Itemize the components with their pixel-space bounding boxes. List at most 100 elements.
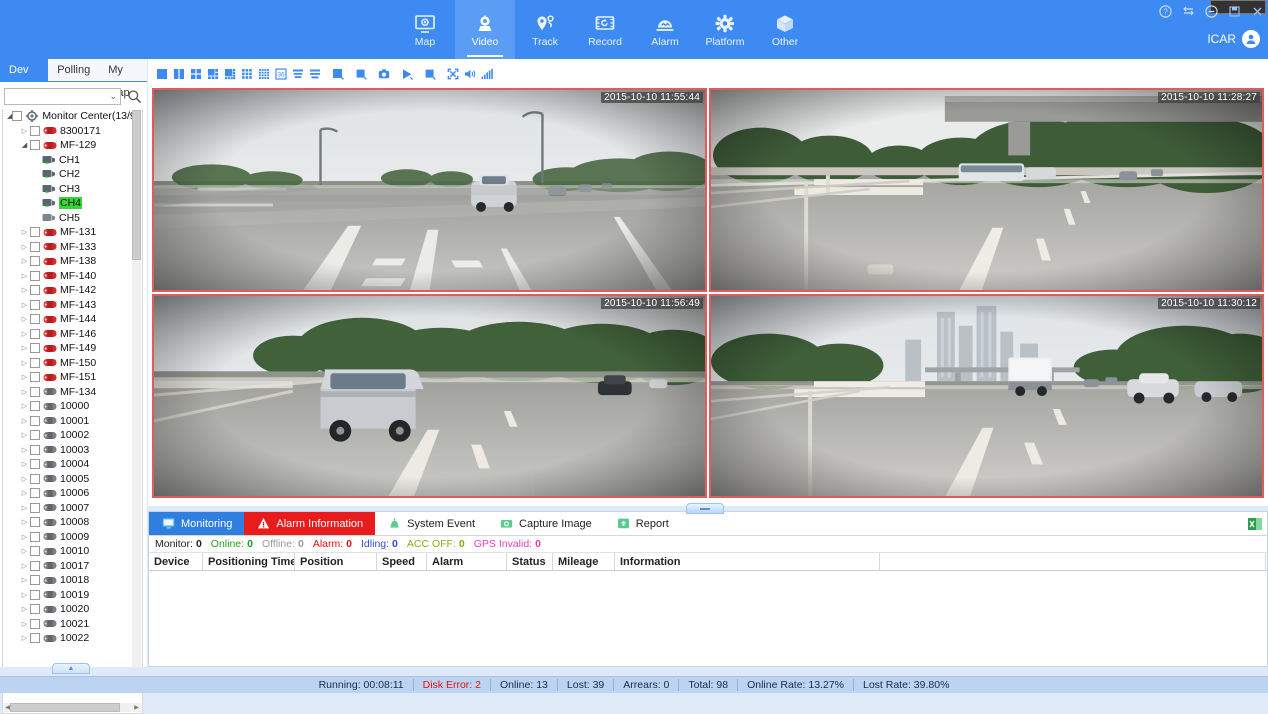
tree-checkbox[interactable]: [30, 314, 40, 324]
tree-vertical-scrollbar[interactable]: [132, 110, 141, 688]
tree-horizontal-scrollbar[interactable]: ◀ ▶: [4, 703, 141, 712]
bottom-tab-monitoring[interactable]: Monitoring: [149, 512, 244, 535]
tree-node[interactable]: ▷MF-144: [3, 312, 134, 327]
tree-checkbox[interactable]: [30, 532, 40, 542]
tree-node[interactable]: ◢MF-129: [3, 138, 134, 153]
sidebar-tab-my-map[interactable]: My Map: [99, 59, 147, 82]
bottom-tab-alarm-information[interactable]: Alarm Information: [244, 512, 375, 535]
chevron-right-icon[interactable]: ▷: [19, 605, 30, 613]
tree-node[interactable]: ▷MF-143: [3, 298, 134, 313]
play-icon[interactable]: [399, 65, 415, 83]
chevron-right-icon[interactable]: ▷: [19, 388, 30, 396]
tree-node[interactable]: ▷10021: [3, 617, 134, 632]
chevron-right-icon[interactable]: ▷: [19, 243, 30, 251]
bottom-tab-capture-image[interactable]: Capture Image: [487, 512, 604, 535]
chevron-right-icon[interactable]: ▷: [19, 562, 30, 570]
layout-8-icon[interactable]: [222, 65, 238, 83]
chevron-right-icon[interactable]: ▷: [19, 228, 30, 236]
tree-node[interactable]: ▷10019: [3, 588, 134, 603]
nav-item-video[interactable]: Video: [455, 0, 515, 59]
column-header[interactable]: [880, 553, 1266, 570]
tree-checkbox[interactable]: [30, 503, 40, 513]
tree-checkbox[interactable]: [12, 111, 22, 121]
column-header[interactable]: Position: [295, 553, 377, 570]
chevron-right-icon[interactable]: ▷: [19, 446, 30, 454]
help-icon[interactable]: ?: [1158, 4, 1172, 18]
sidebar-collapse-handle[interactable]: ▲: [52, 663, 90, 674]
layout-9-icon[interactable]: [239, 65, 255, 83]
main-nav[interactable]: Map Video Track Record Alarm: [395, 0, 815, 59]
video-cell-1[interactable]: 2015-10-10 11:55:44: [152, 88, 707, 292]
layout-1-icon[interactable]: [154, 65, 170, 83]
bottom-panel-tabs[interactable]: MonitoringAlarm InformationSystem EventC…: [149, 512, 1267, 536]
fullscreen-icon[interactable]: [445, 65, 461, 83]
column-header[interactable]: Information: [615, 553, 880, 570]
tree-node[interactable]: ▷10004: [3, 457, 134, 472]
bottom-tab-report[interactable]: Report: [604, 512, 681, 535]
video-cell-4[interactable]: 2015-10-10 11:30:12: [709, 294, 1264, 498]
tree-checkbox[interactable]: [30, 126, 40, 136]
chevron-right-icon[interactable]: ▷: [19, 620, 30, 628]
nav-item-map[interactable]: Map: [395, 0, 455, 59]
snapshot-icon[interactable]: [376, 65, 392, 83]
column-header[interactable]: Alarm: [427, 553, 507, 570]
chevron-right-icon[interactable]: ▷: [19, 301, 30, 309]
tree-node[interactable]: ▷10017: [3, 559, 134, 574]
chevron-right-icon[interactable]: ▷: [19, 359, 30, 367]
tree-checkbox[interactable]: [30, 358, 40, 368]
tree-node[interactable]: ▷10005: [3, 472, 134, 487]
chevron-right-icon[interactable]: ▷: [19, 591, 30, 599]
minimize-icon[interactable]: [1181, 4, 1195, 18]
nav-item-alarm[interactable]: Alarm: [635, 0, 695, 59]
chevron-right-icon[interactable]: ▷: [19, 504, 30, 512]
tree-checkbox[interactable]: [30, 242, 40, 252]
device-tree[interactable]: ◢Monitor Center(13/98▷8300171◢MF-129CH1C…: [3, 109, 134, 701]
search-icon[interactable]: [125, 88, 143, 106]
tree-node[interactable]: ▷10003: [3, 443, 134, 458]
column-header[interactable]: Positioning Time: [203, 553, 295, 570]
tree-checkbox[interactable]: [30, 546, 40, 556]
layout-6-icon[interactable]: [205, 65, 221, 83]
chevron-right-icon[interactable]: ▷: [19, 257, 30, 265]
chevron-right-icon[interactable]: ▷: [19, 547, 30, 555]
chevron-right-icon[interactable]: ▷: [19, 475, 30, 483]
layout-wide-icon[interactable]: [290, 65, 306, 83]
tree-checkbox[interactable]: [30, 300, 40, 310]
tree-node[interactable]: CH5: [3, 211, 134, 226]
tree-checkbox[interactable]: [30, 633, 40, 643]
chevron-right-icon[interactable]: ▷: [19, 518, 30, 526]
restore-icon[interactable]: [1204, 4, 1218, 18]
column-header[interactable]: Status: [507, 553, 553, 570]
tree-checkbox[interactable]: [30, 590, 40, 600]
save-icon[interactable]: [1227, 4, 1241, 18]
volume-icon[interactable]: [462, 65, 478, 83]
chevron-right-icon[interactable]: ▷: [19, 330, 30, 338]
search-input[interactable]: ⌄: [4, 88, 121, 105]
tree-checkbox[interactable]: [30, 561, 40, 571]
tree-node[interactable]: ▷10018: [3, 573, 134, 588]
chevron-down-icon[interactable]: ◢: [19, 141, 30, 149]
tree-checkbox[interactable]: [30, 285, 40, 295]
tree-node[interactable]: ▷10022: [3, 631, 134, 646]
tree-node[interactable]: ▷MF-142: [3, 283, 134, 298]
signal-bars-icon[interactable]: [479, 65, 495, 83]
tree-node[interactable]: ▷8300171: [3, 124, 134, 139]
tree-checkbox[interactable]: [30, 416, 40, 426]
layout-group-icon[interactable]: [307, 65, 323, 83]
tree-checkbox[interactable]: [30, 140, 40, 150]
nav-item-platform[interactable]: Platform: [695, 0, 755, 59]
column-header[interactable]: Mileage: [553, 553, 615, 570]
tree-checkbox[interactable]: [30, 619, 40, 629]
tree-node[interactable]: ▷10010: [3, 544, 134, 559]
layout-36-icon[interactable]: 36: [273, 65, 289, 83]
tree-checkbox[interactable]: [30, 271, 40, 281]
chevron-right-icon[interactable]: ▷: [19, 402, 30, 410]
tree-checkbox[interactable]: [30, 445, 40, 455]
window-controls[interactable]: ?: [1158, 2, 1264, 20]
tree-node[interactable]: ▷MF-146: [3, 327, 134, 342]
tree-node[interactable]: ▷MF-150: [3, 356, 134, 371]
chevron-right-icon[interactable]: ▷: [19, 417, 30, 425]
sidebar-tabs[interactable]: Dev ListPollingMy Map: [0, 59, 147, 82]
tree-node[interactable]: ▷10001: [3, 414, 134, 429]
tree-node[interactable]: ▷10008: [3, 515, 134, 530]
